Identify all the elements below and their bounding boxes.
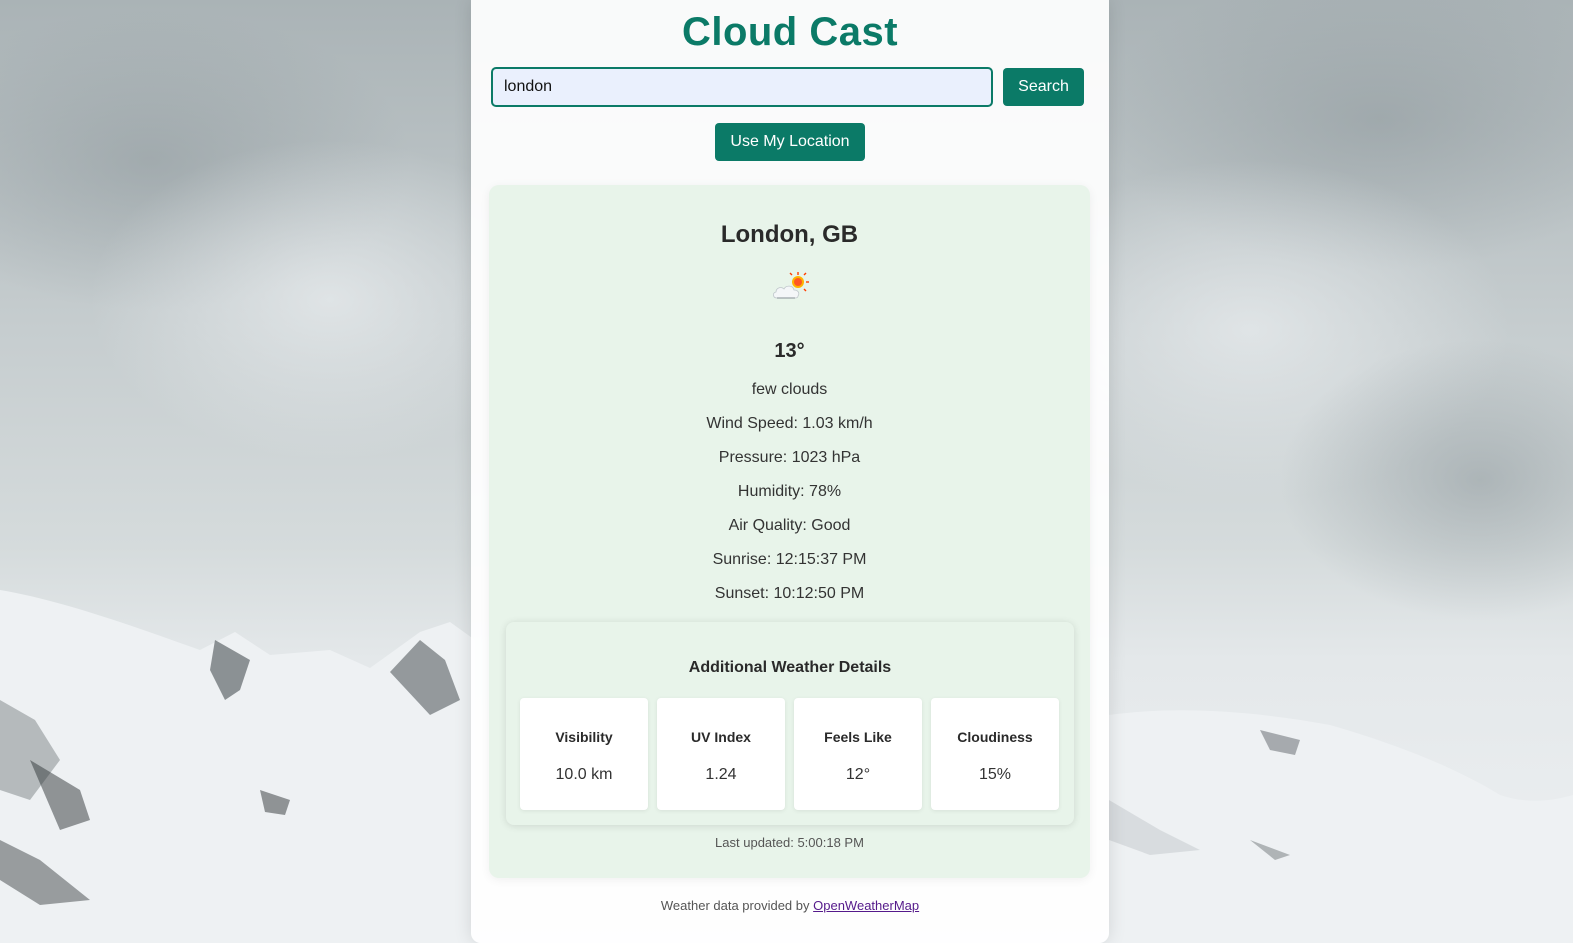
tile-value: 10.0 km	[555, 766, 613, 783]
last-updated: Last updated: 5:00:18 PM	[715, 835, 864, 850]
air-quality: Air Quality: Good	[728, 517, 851, 534]
city-search-input[interactable]	[491, 67, 993, 107]
wind-speed: Wind Speed: 1.03 km/h	[706, 415, 873, 432]
tile-label: Cloudiness	[957, 729, 1033, 745]
footer: Weather data provided by OpenWeatherMap	[471, 898, 1109, 913]
tile-label: UV Index	[691, 729, 751, 745]
cloudiness-tile: Cloudiness 15%	[931, 698, 1059, 810]
sunset-time: Sunset: 10:12:50 PM	[714, 585, 865, 602]
city-name: London, GB	[720, 221, 859, 248]
use-my-location-button[interactable]: Use My Location	[715, 123, 865, 161]
search-button[interactable]: Search	[1003, 68, 1084, 106]
app-panel: Cloud Cast Search Use My Location London…	[471, 0, 1109, 943]
tile-label: Feels Like	[824, 729, 892, 745]
visibility-tile: Visibility 10.0 km	[520, 698, 648, 810]
weather-card: London, GB 13° few clouds Wind Speed: 1.…	[489, 185, 1090, 878]
uv-index-tile: UV Index 1.24	[657, 698, 785, 810]
tile-value: 15%	[978, 766, 1012, 783]
details-title: Additional Weather Details	[688, 659, 892, 676]
app-title: Cloud Cast	[681, 10, 899, 54]
tile-value: 1.24	[705, 766, 737, 783]
temperature: 13°	[774, 340, 805, 362]
weather-description: few clouds	[751, 381, 828, 398]
additional-details-section: Additional Weather Details Visibility 10…	[506, 622, 1074, 825]
cloud-sun-icon	[771, 269, 809, 307]
openweathermap-link[interactable]: OpenWeatherMap	[813, 898, 919, 913]
tile-value: 12°	[845, 766, 871, 783]
tile-label: Visibility	[555, 729, 613, 745]
humidity: Humidity: 78%	[737, 483, 842, 500]
footer-text: Weather data provided by	[660, 898, 814, 913]
feels-like-tile: Feels Like 12°	[794, 698, 922, 810]
sunrise-time: Sunrise: 12:15:37 PM	[712, 551, 867, 568]
pressure: Pressure: 1023 hPa	[718, 449, 861, 466]
